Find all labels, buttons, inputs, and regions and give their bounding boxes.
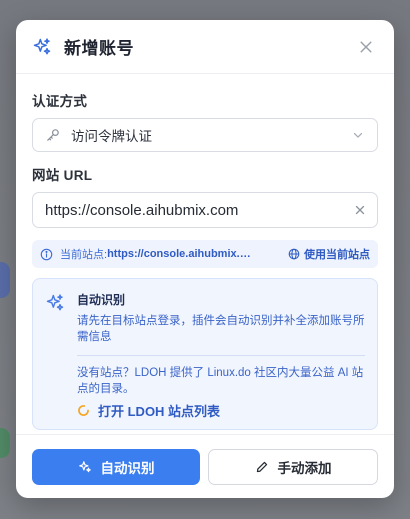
auto-detect-description: 请先在目标站点登录，插件会自动识别并补全添加账号所需信息 [77, 315, 365, 343]
pencil-icon [255, 460, 269, 474]
auth-method-select[interactable]: 访问令牌认证 [32, 118, 378, 152]
close-icon[interactable] [356, 37, 376, 57]
auto-detect-content: 自动识别 请先在目标站点登录，插件会自动识别并补全添加账号所需信息 没有站点？L… [77, 291, 365, 419]
dialog-title: 新增账号 [64, 39, 134, 58]
divider [77, 355, 365, 356]
ldoh-note: 没有站点？LDOH 提供了 Linux.do 社区内大量公益 AI 站点的目录。 [77, 367, 364, 395]
chevron-down-icon [351, 128, 365, 142]
add-account-dialog: 新增账号 认证方式 访问令牌认证 网站 URL https://console.… [16, 20, 394, 498]
dialog-header: 新增账号 [16, 20, 394, 74]
globe-icon [288, 248, 300, 260]
current-site-bar: 当前站点: https://console.aihubmix.com 使用当前站… [32, 240, 378, 268]
info-icon [40, 248, 53, 261]
use-current-site-label: 使用当前站点 [304, 249, 370, 261]
site-url-input[interactable]: https://console.aihubmix.com [32, 192, 378, 228]
auto-detect-button[interactable]: 自动识别 [32, 448, 200, 485]
auto-detect-title: 自动识别 [77, 293, 126, 307]
clear-icon[interactable] [353, 203, 367, 217]
dialog-footer: 自动识别 手动添加 [16, 434, 394, 498]
auto-detect-button-label: 自动识别 [100, 460, 155, 476]
background-element [0, 428, 10, 458]
use-current-site-button[interactable]: 使用当前站点 [288, 246, 370, 262]
manual-add-button[interactable]: 手动添加 [208, 448, 378, 485]
sparkles-icon [45, 293, 65, 313]
current-site-url: https://console.aihubmix.com [107, 248, 254, 260]
auth-method-value: 访问令牌认证 [71, 129, 152, 144]
auth-method-label: 认证方式 [32, 94, 88, 109]
auto-detect-panel: 自动识别 请先在目标站点登录，插件会自动识别并补全添加账号所需信息 没有站点？L… [32, 278, 378, 430]
loading-spinner-icon [77, 404, 90, 417]
current-site-label: 当前站点: [60, 249, 108, 261]
site-url-value: https://console.aihubmix.com [45, 201, 239, 219]
open-ldoh-label: 打开 LDOH 站点列表 [98, 404, 221, 419]
key-icon [45, 127, 61, 143]
sparkles-icon [78, 460, 92, 474]
dialog-body: 认证方式 访问令牌认证 网站 URL https://console.aihub… [16, 74, 394, 430]
sparkles-icon [32, 37, 52, 57]
background-element [0, 262, 10, 298]
open-ldoh-link[interactable]: 打开 LDOH 站点列表 [77, 401, 365, 420]
manual-add-button-label: 手动添加 [277, 460, 332, 476]
site-url-label: 网站 URL [32, 168, 93, 183]
